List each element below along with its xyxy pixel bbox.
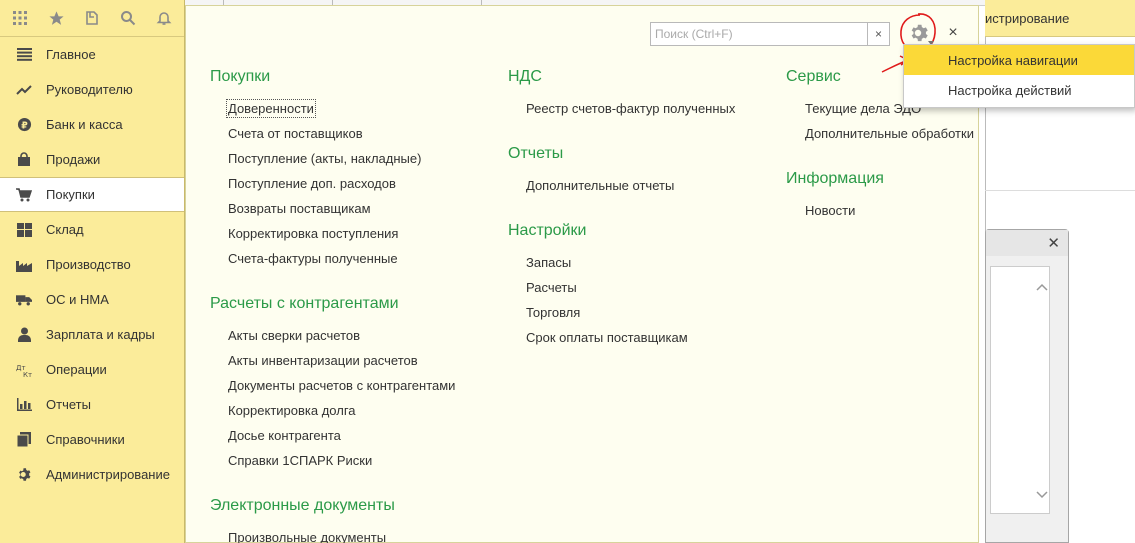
menu-item-navigation-settings[interactable]: Настройка навигации	[904, 45, 1134, 75]
warehouse-icon	[16, 222, 32, 238]
gear-icon	[16, 467, 32, 483]
link-debt-adjustment[interactable]: Корректировка долга	[228, 403, 356, 418]
link-settlements[interactable]: Расчеты	[526, 280, 577, 295]
sidebar-item-main[interactable]: Главное	[0, 37, 184, 72]
background-divider	[985, 190, 1135, 191]
sidebar-item-label: Зарплата и кадры	[46, 327, 155, 342]
sidebar-item-sales[interactable]: Продажи	[0, 142, 184, 177]
link-received-invoices[interactable]: Счета-фактуры полученные	[228, 251, 398, 266]
sidebar-item-manager[interactable]: Руководителю	[0, 72, 184, 107]
link-inventory-acts[interactable]: Акты инвентаризации расчетов	[228, 353, 418, 368]
search-box: ×	[650, 22, 890, 46]
link-reconciliation-acts[interactable]: Акты сверки расчетов	[228, 328, 360, 343]
sidebar-item-label: Отчеты	[46, 397, 91, 412]
person-icon	[16, 327, 32, 343]
bar-chart-icon	[16, 397, 32, 413]
sidebar-item-label: Администрирование	[46, 467, 170, 482]
sidebar-item-label: Операции	[46, 362, 107, 377]
scroll-up-icon[interactable]	[1036, 278, 1048, 294]
sidebar: Главное Руководителю ₽ Банк и касса Прод…	[0, 0, 185, 543]
trend-icon	[16, 82, 32, 98]
sidebar-item-administration[interactable]: Администрирование	[0, 457, 184, 492]
link-receipt-adjustment[interactable]: Корректировка поступления	[228, 226, 398, 241]
search-input[interactable]	[650, 22, 868, 46]
background-dialog: ✕	[985, 229, 1069, 543]
sidebar-item-production[interactable]: Производство	[0, 247, 184, 282]
link-additional-processing[interactable]: Дополнительные обработки	[805, 126, 974, 141]
section-title-service: Сервис	[786, 68, 841, 85]
link-stock[interactable]: Запасы	[526, 255, 571, 270]
background-dialog-title: ✕	[986, 230, 1068, 256]
link-supplier-invoices[interactable]: Счета от поставщиков	[228, 126, 363, 141]
sidebar-item-label: Справочники	[46, 432, 125, 447]
link-trade[interactable]: Торговля	[526, 305, 580, 320]
link-arbitrary-documents[interactable]: Произвольные документы	[228, 530, 386, 543]
sidebar-item-label: Руководителю	[46, 82, 133, 97]
factory-icon	[16, 257, 32, 273]
link-receipts[interactable]: Поступление (акты, накладные)	[228, 151, 421, 166]
link-supplier-returns[interactable]: Возвраты поставщикам	[228, 201, 371, 216]
section-title-counterparty-settlements: Расчеты с контрагентами	[210, 295, 399, 312]
link-additional-expenses[interactable]: Поступление доп. расходов	[228, 176, 396, 191]
sidebar-item-directories[interactable]: Справочники	[0, 422, 184, 457]
sidebar-item-label: Главное	[46, 47, 96, 62]
sidebar-item-reports[interactable]: Отчеты	[0, 387, 184, 422]
link-powers-of-attorney[interactable]: Доверенности	[226, 99, 316, 118]
section-title-reports: Отчеты	[508, 145, 564, 162]
sidebar-item-label: Банк и касса	[46, 117, 123, 132]
section-title-settings: Настройки	[508, 222, 587, 239]
menu-lines-icon	[16, 47, 32, 63]
section-title-vat: НДС	[508, 68, 542, 85]
truck-icon	[16, 292, 32, 308]
section-title-electronic-documents: Электронные документы	[210, 497, 395, 514]
svg-text:₽: ₽	[21, 120, 28, 131]
bag-icon	[16, 152, 32, 168]
history-icon[interactable]	[80, 6, 104, 30]
sidebar-item-label: Покупки	[46, 187, 95, 202]
background-tab-administration[interactable]: истрирование	[985, 0, 1135, 37]
background-tab-label: истрирование	[985, 10, 1070, 26]
section-title-information: Информация	[786, 170, 884, 187]
sidebar-item-label: Склад	[46, 222, 84, 237]
clear-search-button[interactable]: ×	[868, 22, 890, 46]
section-navigation-panel: × × Покупки Доверенности Счета от постав…	[185, 5, 979, 543]
apps-grid-icon[interactable]	[8, 6, 32, 30]
sidebar-item-label: Продажи	[46, 152, 101, 167]
sidebar-item-purchases[interactable]: Покупки	[0, 177, 184, 212]
link-spark-risks[interactable]: Справки 1СПАРК Риски	[228, 453, 372, 468]
debit-credit-icon: Дт Кт	[16, 362, 32, 378]
link-news[interactable]: Новости	[805, 203, 855, 218]
bell-icon[interactable]	[152, 6, 176, 30]
link-invoice-register[interactable]: Реестр счетов-фактур полученных	[526, 101, 735, 116]
link-settlement-documents[interactable]: Документы расчетов с контрагентами	[228, 378, 455, 393]
close-panel-button[interactable]: ×	[944, 24, 962, 44]
cart-icon	[16, 187, 32, 203]
settings-dropdown-menu: Настройка навигации Настройка действий	[903, 44, 1135, 108]
section-title-purchases: Покупки	[210, 68, 271, 85]
sidebar-item-warehouse[interactable]: Склад	[0, 212, 184, 247]
sidebar-item-label: Производство	[46, 257, 131, 272]
gear-icon	[907, 22, 934, 45]
sidebar-item-payroll[interactable]: Зарплата и кадры	[0, 317, 184, 352]
sidebar-item-label: ОС и НМА	[46, 292, 109, 307]
coin-icon: ₽	[16, 117, 32, 133]
search-icon[interactable]	[116, 6, 140, 30]
scroll-down-icon[interactable]	[1036, 486, 1048, 502]
books-icon	[16, 432, 32, 448]
link-supplier-payment-terms[interactable]: Срок оплаты поставщикам	[526, 330, 688, 345]
link-counterparty-dossier[interactable]: Досье контрагента	[228, 428, 341, 443]
sidebar-item-assets[interactable]: ОС и НМА	[0, 282, 184, 317]
toolbar	[0, 0, 184, 37]
link-additional-reports[interactable]: Дополнительные отчеты	[526, 178, 674, 193]
svg-text:Кт: Кт	[23, 371, 32, 378]
menu-item-actions-settings[interactable]: Настройка действий	[904, 75, 1134, 105]
star-icon[interactable]	[44, 6, 68, 30]
close-icon[interactable]: ✕	[1047, 234, 1060, 252]
sidebar-item-operations[interactable]: Дт Кт Операции	[0, 352, 184, 387]
background-dialog-body	[990, 266, 1050, 514]
sidebar-item-bank[interactable]: ₽ Банк и касса	[0, 107, 184, 142]
